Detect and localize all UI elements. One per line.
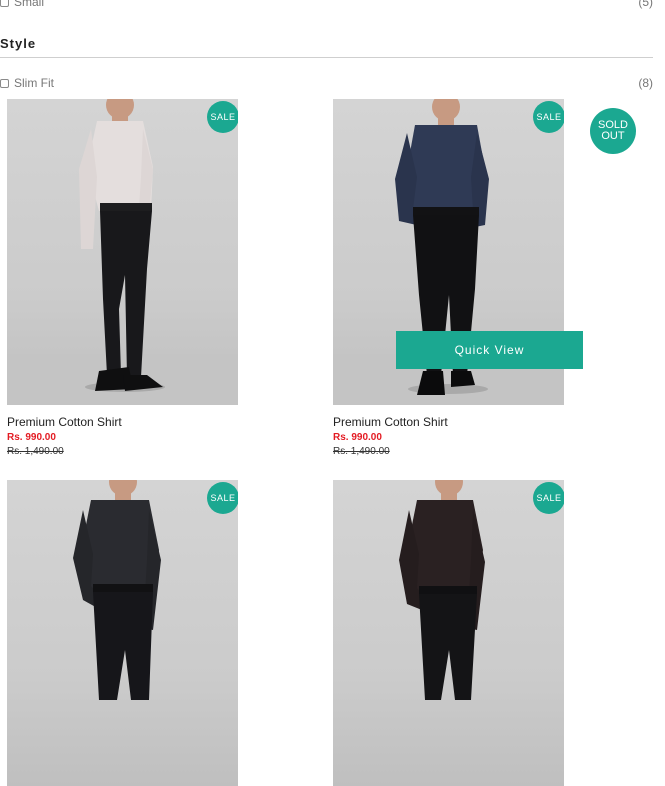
product-card[interactable]: SALE <box>7 480 239 786</box>
sold-out-badge: SOLD OUT <box>590 108 636 154</box>
filter-option-count: (5) <box>638 0 653 9</box>
product-card[interactable]: SALE Premium Cotton Shirt Rs. 990.00 Rs.… <box>7 99 239 457</box>
small-checkbox[interactable] <box>0 0 9 7</box>
filter-option-label: Small <box>14 0 45 9</box>
model-figure <box>73 480 161 700</box>
product-original-price: Rs. 1,490.00 <box>333 446 390 457</box>
product-card[interactable]: SALE Premium Cotton Shirt Rs. 990.00 Rs.… <box>333 99 565 457</box>
filter-option-count: (8) <box>638 76 653 90</box>
product-card[interactable]: SALE <box>333 480 565 786</box>
sale-badge: SALE <box>207 482 238 514</box>
section-divider <box>0 57 653 58</box>
filter-option-label: Slim Fit <box>14 76 54 90</box>
sale-badge: SALE <box>533 101 564 133</box>
trousers <box>100 211 152 377</box>
trousers <box>419 594 477 700</box>
slim-fit-checkbox[interactable] <box>0 78 9 88</box>
filter-option-slim-fit[interactable]: Slim Fit (8) <box>0 75 653 91</box>
sale-badge: SALE <box>207 101 238 133</box>
product-name[interactable]: Premium Cotton Shirt <box>7 415 239 429</box>
sold-out-line2: OUT <box>601 130 625 142</box>
sale-badge: SALE <box>533 482 564 514</box>
filter-option-small[interactable]: Small (5) <box>0 0 653 10</box>
model-figure <box>7 99 238 405</box>
product-name[interactable]: Premium Cotton Shirt <box>333 415 565 429</box>
quick-view-button[interactable]: Quick View <box>396 331 583 369</box>
product-image[interactable]: SALE <box>7 480 238 786</box>
model-figure <box>399 480 485 700</box>
trousers <box>93 592 153 700</box>
product-original-price: Rs. 1,490.00 <box>7 446 64 457</box>
product-price: Rs. 990.00 <box>333 432 382 443</box>
style-filter-title: Style <box>0 36 37 51</box>
product-image[interactable]: SALE <box>333 480 564 786</box>
product-image[interactable]: SALE <box>7 99 238 405</box>
product-price: Rs. 990.00 <box>7 432 56 443</box>
